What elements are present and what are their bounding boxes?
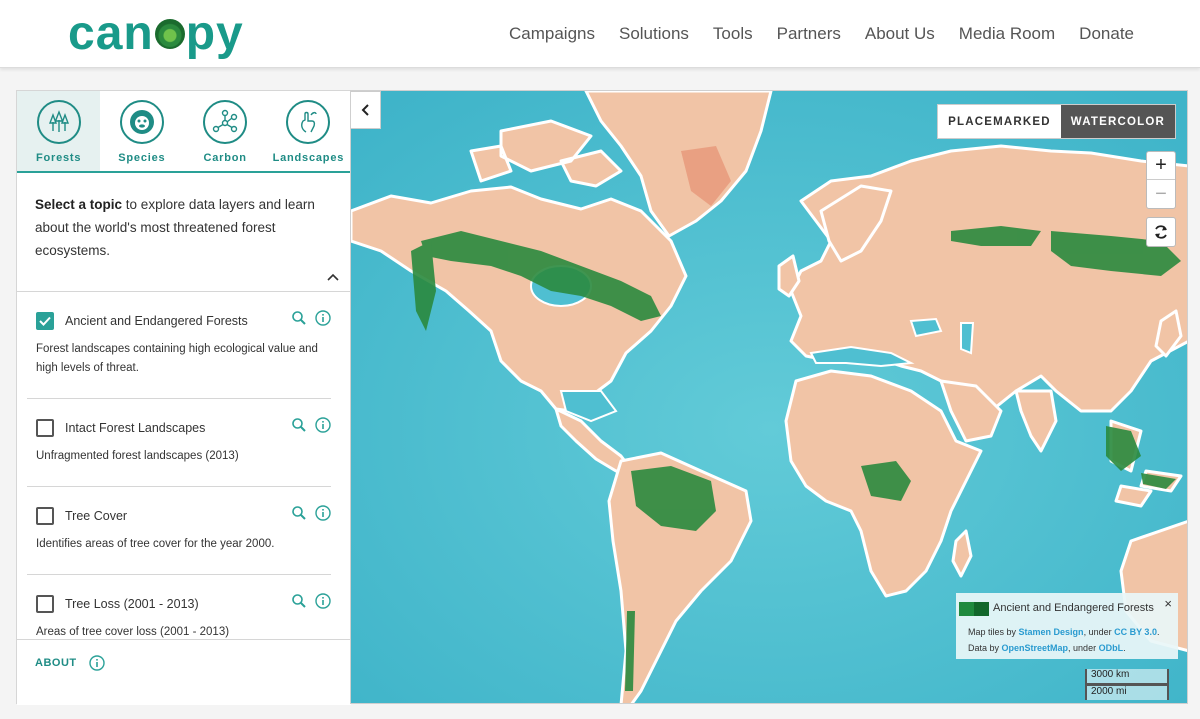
chevron-up-icon[interactable] (324, 269, 342, 287)
logo-text-b: py (185, 7, 244, 60)
refresh-button[interactable] (1146, 217, 1176, 247)
tab-landscapes[interactable]: Landscapes (267, 91, 350, 171)
intro-text: Select a topic to explore data layers an… (17, 173, 350, 270)
layer-item: Ancient and Endangered Forests Forest la… (27, 292, 331, 399)
tab-forests[interactable]: Forests (17, 91, 101, 171)
search-icon[interactable] (291, 417, 307, 433)
legend-swatch-dark (974, 602, 989, 616)
layer-checkbox[interactable] (36, 419, 54, 437)
basemap-watercolor[interactable]: WATERCOLOR (1060, 105, 1175, 138)
chevron-left-icon (361, 104, 369, 116)
logo-text-a: can (68, 7, 154, 60)
world-map[interactable]: PLACEMARKED WATERCOLOR + − Ancient and E… (350, 90, 1188, 704)
layer-title: Ancient and Endangered Forests (65, 314, 248, 328)
intro-bold: Select a topic (35, 197, 123, 212)
scale-mi: 2000 mi (1085, 684, 1169, 700)
info-icon[interactable] (315, 593, 331, 609)
check-icon (39, 316, 51, 326)
nav-solutions[interactable]: Solutions (619, 24, 689, 44)
layer-item: Tree Loss (2001 - 2013) Areas of tree co… (27, 575, 331, 638)
attrib-link-stamen[interactable]: Stamen Design (1019, 627, 1084, 637)
search-icon[interactable] (291, 505, 307, 521)
layer-panel: Forests Species Carbon Landscapes Select… (16, 90, 351, 705)
map-attribution: Map tiles by Stamen Design, under CC BY … (968, 624, 1168, 656)
about-bar: ABOUT (17, 639, 351, 705)
search-icon[interactable] (291, 310, 307, 326)
attrib-link-odbl[interactable]: ODbL (1099, 643, 1124, 653)
tab-species[interactable]: Species (100, 91, 183, 171)
zoom-out-button[interactable]: − (1147, 180, 1175, 208)
canopy-logo[interactable]: can py (68, 8, 244, 60)
layer-title: Tree Loss (2001 - 2013) (65, 597, 199, 611)
info-icon (88, 655, 105, 671)
carbon-icon (203, 100, 248, 144)
nav-media-room[interactable]: Media Room (959, 24, 1055, 44)
nav-campaigns[interactable]: Campaigns (509, 24, 595, 44)
layer-checkbox[interactable] (36, 312, 54, 330)
attrib-link-osm[interactable]: OpenStreetMap (1002, 643, 1069, 653)
info-icon[interactable] (315, 310, 331, 326)
attrib-text: , under (1068, 643, 1099, 653)
info-icon[interactable] (315, 417, 331, 433)
scale-bar: 3000 km 2000 mi (1085, 669, 1169, 700)
layer-checkbox[interactable] (36, 595, 54, 613)
close-icon[interactable]: × (1164, 596, 1172, 611)
legend-title: Ancient and Endangered Forests (993, 602, 1154, 614)
main-nav: Campaigns Solutions Tools Partners About… (509, 24, 1134, 44)
logo-leaf-icon (154, 19, 185, 49)
site-header: can py Campaigns Solutions Tools Partner… (0, 0, 1200, 68)
attrib-text: Map tiles by (968, 627, 1019, 637)
layer-item: Intact Forest Landscapes Unfragmented fo… (27, 399, 331, 487)
layer-description: Identifies areas of tree cover for the y… (36, 538, 275, 550)
layer-description: Areas of tree cover loss (2001 - 2013) (36, 626, 230, 638)
species-icon (119, 100, 164, 144)
forest-icon (36, 100, 81, 144)
layer-description: Unfragmented forest landscapes (2013) (36, 450, 239, 462)
attrib-text: , under (1083, 627, 1115, 637)
tab-carbon[interactable]: Carbon (184, 91, 267, 171)
nav-donate[interactable]: Donate (1079, 24, 1134, 44)
layer-list: Ancient and Endangered Forests Forest la… (17, 292, 351, 638)
tab-species-label: Species (118, 152, 166, 164)
attrib-text: . (1123, 643, 1126, 653)
topic-tabs: Forests Species Carbon Landscapes (17, 91, 350, 173)
layer-checkbox[interactable] (36, 507, 54, 525)
zoom-control: + − (1146, 151, 1176, 209)
layer-item: Tree Cover Identifies areas of tree cove… (27, 487, 331, 575)
nav-tools[interactable]: Tools (713, 24, 753, 44)
legend-swatch-light (959, 602, 974, 616)
attrib-link-ccby[interactable]: CC BY 3.0 (1114, 627, 1157, 637)
search-icon[interactable] (291, 593, 307, 609)
landscapes-icon (286, 100, 331, 144)
map-legend: Ancient and Endangered Forests × Map til… (956, 593, 1178, 659)
legend-swatch (959, 602, 989, 616)
tab-carbon-label: Carbon (203, 152, 247, 164)
about-link[interactable]: ABOUT (35, 655, 105, 671)
refresh-icon (1155, 225, 1167, 239)
collapse-panel-button[interactable] (351, 91, 381, 129)
layer-description: Forest landscapes containing high ecolog… (36, 343, 318, 374)
layer-title: Tree Cover (65, 509, 128, 523)
info-icon[interactable] (315, 505, 331, 521)
tab-forests-label: Forests (35, 152, 82, 164)
about-label: ABOUT (35, 657, 77, 669)
basemap-placemarked[interactable]: PLACEMARKED (938, 105, 1061, 138)
zoom-in-button[interactable]: + (1147, 152, 1175, 180)
nav-partners[interactable]: Partners (777, 24, 841, 44)
layer-title: Intact Forest Landscapes (65, 421, 206, 435)
basemap-toggle: PLACEMARKED WATERCOLOR (937, 104, 1176, 139)
nav-about-us[interactable]: About Us (865, 24, 935, 44)
scale-km: 3000 km (1085, 669, 1169, 685)
tab-landscapes-label: Landscapes (272, 152, 345, 164)
